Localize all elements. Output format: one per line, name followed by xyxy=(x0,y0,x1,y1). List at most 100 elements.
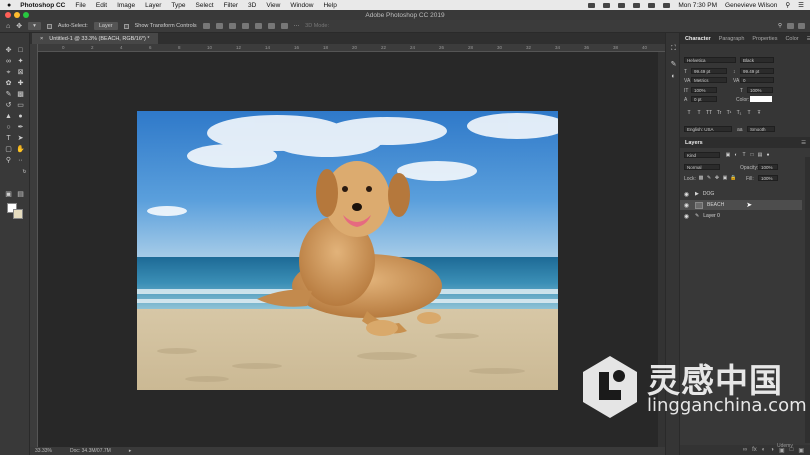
document-tab[interactable]: × Untitled-1 @ 33.3% (BEACH, RGB/16*) * xyxy=(32,33,158,44)
crop-tool-icon[interactable]: ⌖ xyxy=(4,69,13,76)
workspace-icon[interactable] xyxy=(787,23,794,29)
canvas-image[interactable] xyxy=(137,111,558,390)
visibility-eye-icon[interactable]: ◉ xyxy=(683,213,690,220)
lock-all-icon[interactable]: 🔒 xyxy=(730,175,736,181)
filter-pixel-icon[interactable]: ▣ xyxy=(725,152,731,158)
menu-type[interactable]: Type xyxy=(171,2,185,9)
align-bottom-icon[interactable] xyxy=(267,23,275,29)
path-selection-icon[interactable]: ➤ xyxy=(16,135,25,142)
layer-row-beach[interactable]: ◉ BEACH ➤ xyxy=(680,200,802,210)
share-icon[interactable] xyxy=(798,23,805,29)
menu-3d[interactable]: 3D xyxy=(248,2,256,9)
layer-row-dog[interactable]: ◉ ▶ DOG xyxy=(680,189,802,199)
tab-properties[interactable]: Properties xyxy=(752,36,777,42)
background-color-swatch[interactable] xyxy=(13,209,23,219)
display-icon[interactable] xyxy=(618,2,626,8)
apple-logo-icon[interactable]: ● xyxy=(7,2,11,9)
tab-close-icon[interactable]: × xyxy=(40,36,43,42)
adjustment-layer-icon[interactable]: ◑ xyxy=(770,447,774,453)
brush-settings-icon[interactable]: ✎ xyxy=(669,61,678,68)
menu-image[interactable]: Image xyxy=(117,2,135,9)
lock-paint-icon[interactable]: ✎ xyxy=(706,175,712,181)
magic-wand-icon[interactable]: ✦ xyxy=(16,58,25,65)
swap-colors-icon[interactable]: ↻ xyxy=(20,169,29,176)
blur-tool-icon[interactable]: ● xyxy=(16,113,25,120)
eraser-icon[interactable]: ▭ xyxy=(16,102,25,109)
text-format-button[interactable]: Tr xyxy=(716,110,722,116)
filter-type-icon[interactable]: T xyxy=(741,152,747,158)
menu-edit[interactable]: Edit xyxy=(96,2,107,9)
frame-tool-icon[interactable]: ⊠ xyxy=(16,69,25,76)
volume-icon[interactable] xyxy=(648,2,656,8)
text-format-button[interactable]: TT xyxy=(706,110,712,116)
user-name[interactable]: Genevieve Wilson xyxy=(725,2,777,9)
menu-help[interactable]: Help xyxy=(323,2,336,9)
hand-tool-icon[interactable]: ✋ xyxy=(16,146,25,153)
align-center-icon[interactable] xyxy=(215,23,223,29)
align-left-icon[interactable] xyxy=(202,23,210,29)
filter-shape-icon[interactable]: □ xyxy=(749,152,755,158)
align-top-icon[interactable] xyxy=(241,23,249,29)
font-size-field[interactable]: 99.49 pt xyxy=(691,68,727,74)
home-icon[interactable]: ⌂ xyxy=(6,23,10,30)
vertical-ruler[interactable] xyxy=(30,44,38,447)
lock-pixels-icon[interactable]: ▩ xyxy=(698,175,704,181)
status-arrow-icon[interactable]: ▸ xyxy=(129,448,132,454)
minimize-window-button[interactable] xyxy=(14,12,20,18)
align-right-icon[interactable] xyxy=(228,23,236,29)
tool-preset-dropdown[interactable]: ▾ xyxy=(28,22,41,30)
kerning-field[interactable]: Metrics xyxy=(691,77,727,83)
move-tool-icon[interactable]: ✥ xyxy=(16,22,22,30)
dropbox-icon[interactable] xyxy=(603,2,611,8)
notification-icon[interactable]: ☰ xyxy=(798,1,804,9)
link-layers-icon[interactable]: ∞ xyxy=(743,447,747,453)
layer-filter-kind[interactable]: Kind xyxy=(684,152,720,158)
layers-menu-icon[interactable]: ☰ xyxy=(801,140,806,146)
tab-color[interactable]: Color xyxy=(785,36,798,42)
more-tools-icon[interactable]: ·· xyxy=(16,157,25,164)
lasso-tool-icon[interactable]: ∞ xyxy=(4,58,13,65)
rectangle-tool-icon[interactable]: ▢ xyxy=(4,146,13,153)
text-format-button[interactable]: T xyxy=(696,110,702,116)
menu-select[interactable]: Select xyxy=(196,2,214,9)
history-panel-icon[interactable]: ⛶ xyxy=(669,45,678,52)
quick-mask-icon[interactable]: ▣ xyxy=(4,191,13,198)
menu-view[interactable]: View xyxy=(266,2,280,9)
font-family-field[interactable]: Helvetica xyxy=(684,57,736,63)
spotlight-icon[interactable]: ⚲ xyxy=(785,1,790,9)
text-format-button[interactable]: T¹ xyxy=(726,110,732,116)
layer-row-layer0[interactable]: ◉ ✎ Layer 0 xyxy=(680,211,802,221)
align-middle-icon[interactable] xyxy=(254,23,262,29)
leading-field[interactable]: 99.49 pt xyxy=(740,68,774,74)
text-format-button[interactable]: T₁ xyxy=(736,110,742,116)
zoom-level[interactable]: 33.33% xyxy=(35,448,52,454)
text-format-button[interactable]: Ŧ xyxy=(756,110,762,116)
clone-stamp-icon[interactable]: ▩ xyxy=(16,91,25,98)
menu-filter[interactable]: Filter xyxy=(224,2,238,9)
search-icon[interactable]: ⚲ xyxy=(778,23,782,29)
trash-icon[interactable]: ▣ xyxy=(798,447,804,454)
marquee-tool-icon[interactable]: □ xyxy=(16,47,25,54)
close-window-button[interactable] xyxy=(5,12,11,18)
type-tool-icon[interactable]: T xyxy=(4,135,13,142)
lock-artboard-icon[interactable]: ▣ xyxy=(722,175,728,181)
battery-icon[interactable] xyxy=(663,2,671,8)
cloud-icon[interactable] xyxy=(588,2,596,8)
visibility-eye-icon[interactable]: ◉ xyxy=(683,202,690,209)
tracking-field[interactable]: 0 xyxy=(740,77,774,83)
panel-menu-icon[interactable]: ☰ xyxy=(807,36,810,42)
tab-paragraph[interactable]: Paragraph xyxy=(719,36,745,42)
text-format-button[interactable]: T xyxy=(686,110,692,116)
tab-layers[interactable]: Layers xyxy=(685,140,703,146)
fill-field[interactable]: 100% xyxy=(758,175,778,181)
fx-icon[interactable]: fx xyxy=(752,447,757,453)
filter-toggle-icon[interactable]: ● xyxy=(765,152,771,158)
auto-select-target-dropdown[interactable]: Layer xyxy=(93,22,118,30)
text-format-button[interactable]: T xyxy=(746,110,752,116)
blend-mode-dropdown[interactable]: Normal xyxy=(684,164,720,170)
pen-tool-icon[interactable]: ✒ xyxy=(16,124,25,131)
eyedropper-icon[interactable]: ✿ xyxy=(4,80,13,87)
clock[interactable]: Mon 7:30 PM xyxy=(678,2,717,9)
filter-smart-icon[interactable]: ▤ xyxy=(757,152,763,158)
auto-select-checkbox[interactable] xyxy=(46,23,52,29)
